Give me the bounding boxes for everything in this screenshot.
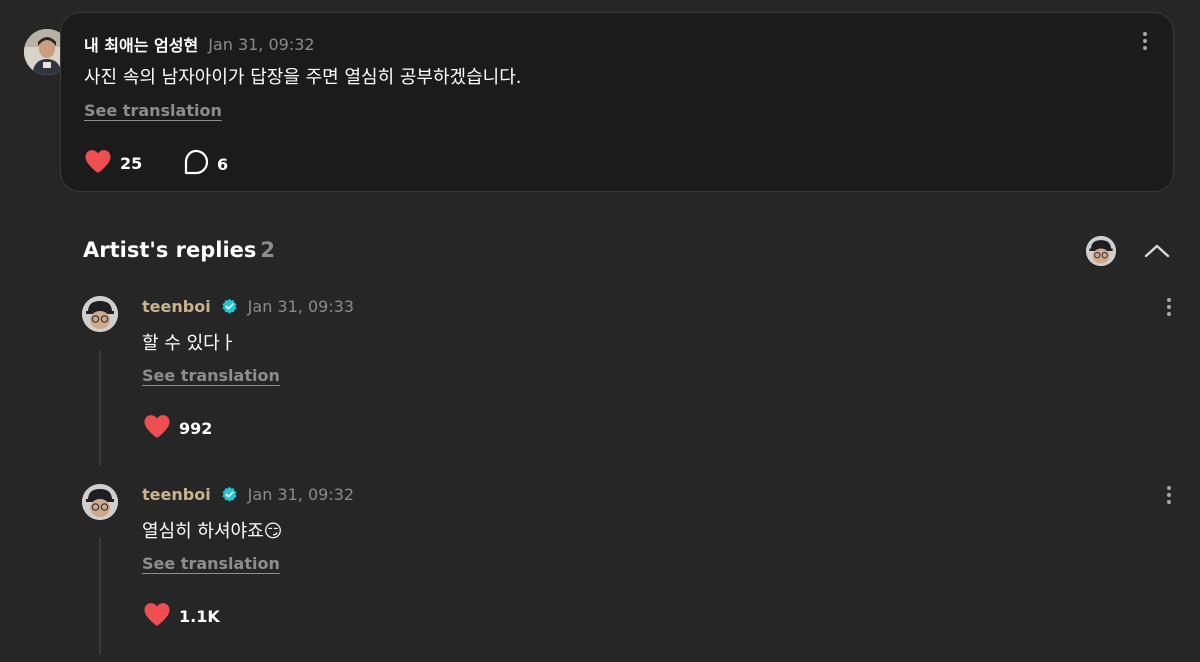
heart-icon xyxy=(84,149,112,178)
chevron-up-icon[interactable] xyxy=(1143,239,1171,263)
reply-more-icon[interactable] xyxy=(1159,296,1179,318)
reply-text: 할 수 있다ㅏ xyxy=(142,333,237,354)
reply-thread-line xyxy=(99,350,101,466)
post-more-icon[interactable] xyxy=(1135,30,1155,52)
reply-text: 열심히 하셔야죠😏 xyxy=(142,521,283,542)
post-comment-button[interactable]: 6 xyxy=(183,149,228,179)
artist-replies-count: 2 xyxy=(260,238,276,262)
heart-icon xyxy=(143,602,171,631)
verified-badge-icon xyxy=(221,298,238,315)
artist-avatar-small xyxy=(1086,236,1116,266)
reply-timestamp: Jan 31, 09:32 xyxy=(247,485,355,504)
reply-author-name[interactable]: teenboi xyxy=(142,297,211,316)
reply-like-count: 1.1K xyxy=(179,607,220,626)
fan-post-card: 내 최애는 엄성현 Jan 31, 09:32 사진 속의 남자아이가 답장을 … xyxy=(60,12,1174,192)
verified-badge-icon xyxy=(221,486,238,503)
reply-header: teenboi Jan 31, 09:32 xyxy=(142,485,354,504)
post-author-name[interactable]: 내 최애는 엄성현 xyxy=(84,32,198,56)
post-text: 사진 속의 남자아이가 답장을 주면 열심히 공부하겠습니다. xyxy=(84,67,522,88)
comment-bubble-icon xyxy=(183,149,209,179)
reply-more-icon[interactable] xyxy=(1159,484,1179,506)
artist-replies-heading: Artist's replies 2 xyxy=(83,238,275,262)
reply-see-translation-link[interactable]: See translation xyxy=(142,366,280,385)
post-like-button[interactable]: 25 xyxy=(84,149,142,178)
reply-see-translation-link[interactable]: See translation xyxy=(142,554,280,573)
reply-timestamp: Jan 31, 09:33 xyxy=(247,297,355,316)
reply-author-name[interactable]: teenboi xyxy=(142,485,211,504)
post-comment-count: 6 xyxy=(217,154,229,174)
post-like-count: 25 xyxy=(120,154,143,173)
reply-like-count: 992 xyxy=(179,419,213,438)
reply-header: teenboi Jan 31, 09:33 xyxy=(142,297,354,316)
see-translation-link[interactable]: See translation xyxy=(84,101,222,120)
reply-like-button[interactable]: 1.1K xyxy=(143,602,220,631)
reply-author-avatar[interactable] xyxy=(82,296,118,332)
artist-replies-title: Artist's replies xyxy=(83,238,257,262)
reply-author-avatar[interactable] xyxy=(82,484,118,520)
reply-like-button[interactable]: 992 xyxy=(143,414,212,443)
heart-icon xyxy=(143,414,171,443)
reply-thread-line xyxy=(99,538,101,654)
post-timestamp: Jan 31, 09:32 xyxy=(208,34,315,54)
